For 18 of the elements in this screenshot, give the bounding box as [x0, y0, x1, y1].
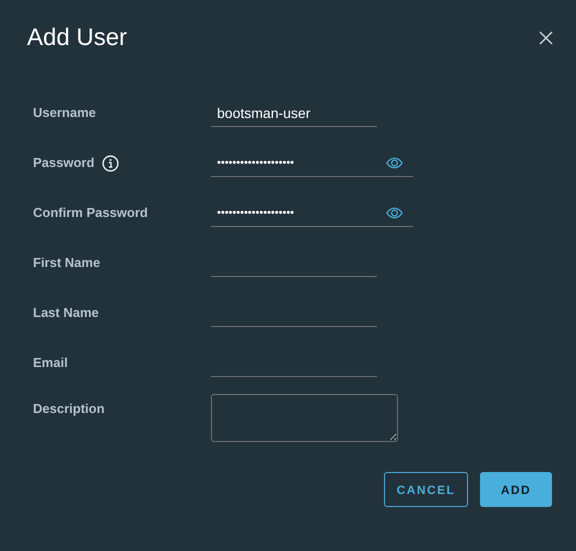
field-label: Confirm Password — [33, 204, 148, 222]
cancel-button[interactable]: CANCEL — [384, 472, 468, 507]
info-icon[interactable] — [102, 154, 120, 172]
field-label: Description — [33, 400, 105, 418]
add-button[interactable]: ADD — [480, 472, 552, 507]
field-label: Password — [33, 154, 94, 172]
eye-icon[interactable] — [386, 207, 403, 219]
eye-icon[interactable] — [386, 157, 403, 169]
close-icon[interactable] — [538, 30, 554, 46]
field-label: Email — [33, 354, 68, 372]
dialog-title: Add User — [27, 26, 128, 50]
input-field[interactable]: bootsman-user — [211, 99, 377, 127]
password-field[interactable]: •••••••••••••••••••• — [211, 199, 413, 227]
password-field[interactable]: •••••••••••••••••••• — [211, 149, 413, 177]
field-label: Last Name — [33, 304, 99, 322]
description-field[interactable] — [211, 394, 398, 442]
field-label: Username — [33, 104, 96, 122]
field-label: First Name — [33, 254, 100, 272]
